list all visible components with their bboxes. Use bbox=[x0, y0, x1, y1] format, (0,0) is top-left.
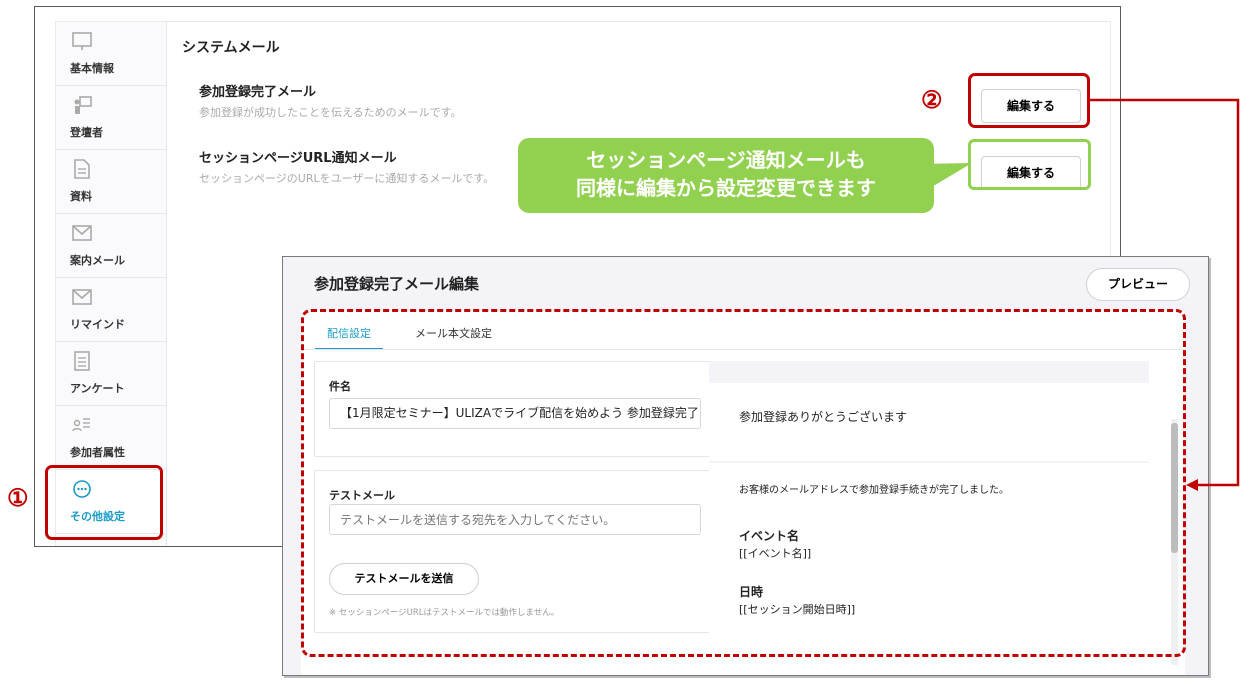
connector-arrow bbox=[1090, 98, 1240, 491]
